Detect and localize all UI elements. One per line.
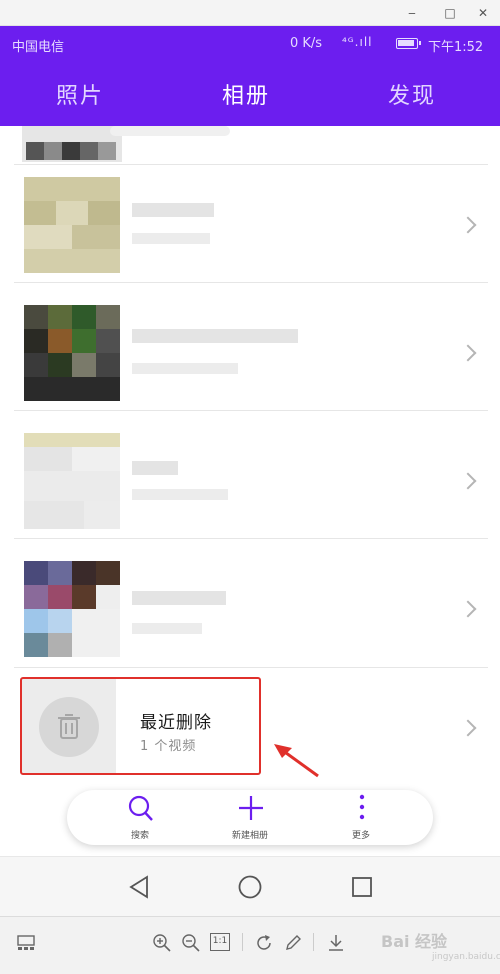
- search-label: 搜索: [130, 831, 149, 841]
- annotation-arrow-icon: [274, 744, 319, 778]
- highlight-box: [20, 677, 261, 775]
- search-button[interactable]: 搜索: [90, 790, 190, 845]
- bottom-action-bar: 搜索 新建相册 更多: [67, 790, 433, 845]
- album-thumbnail: [24, 561, 120, 657]
- more-label: 更多: [351, 831, 370, 841]
- zoom-out-icon[interactable]: [181, 933, 201, 953]
- blurred-text: [132, 623, 202, 634]
- home-icon[interactable]: [237, 874, 263, 900]
- nav-bar: [0, 856, 500, 916]
- album-row[interactable]: [0, 539, 500, 667]
- tab-photos[interactable]: 照片: [56, 78, 104, 110]
- close-button[interactable]: ✕: [468, 3, 498, 23]
- tab-discover[interactable]: 发现: [388, 78, 436, 110]
- blurred-text: [132, 461, 178, 475]
- more-button[interactable]: 更多: [311, 790, 411, 845]
- blurred-text: [132, 329, 298, 343]
- download-icon[interactable]: [326, 933, 346, 953]
- watermark-url: jingyan.baidu.com: [432, 952, 500, 962]
- zoom-in-icon[interactable]: [152, 933, 172, 953]
- new-album-label: 新建相册: [231, 831, 268, 841]
- plus-icon: [239, 796, 263, 820]
- blurred-text: [132, 489, 228, 500]
- album-thumbnail: [24, 305, 120, 401]
- battery-icon: [396, 38, 421, 49]
- signal-icon: ⁴ᴳ.ıll: [342, 35, 373, 49]
- more-vertical-icon: [359, 794, 365, 820]
- blurred-text: [132, 203, 214, 217]
- watermark: Bai 经验: [381, 932, 448, 951]
- blurred-text: [110, 126, 230, 136]
- tab-albums[interactable]: 相册: [222, 78, 270, 110]
- status-time: 下午1:52: [428, 40, 484, 55]
- recents-icon[interactable]: [350, 875, 374, 899]
- maximize-button[interactable]: □: [435, 3, 465, 23]
- rotate-icon[interactable]: [254, 933, 274, 953]
- back-icon[interactable]: [127, 875, 151, 899]
- status-bar: 中国电信 0 K/s ⁴ᴳ.ıll 下午1:52: [0, 26, 500, 62]
- actual-size-button[interactable]: 1:1: [210, 933, 230, 951]
- chevron-right-icon: [459, 600, 477, 618]
- chevron-right-icon: [459, 216, 477, 234]
- window-titlebar: ‒ □ ✕: [0, 0, 500, 26]
- net-speed: 0 K/s: [290, 36, 323, 51]
- album-row[interactable]: [0, 283, 500, 411]
- blurred-text: [132, 591, 226, 605]
- thumbnail-view-icon[interactable]: [16, 933, 36, 953]
- blurred-text: [132, 233, 210, 244]
- new-album-button[interactable]: 新建相册: [200, 790, 300, 845]
- carrier-label: 中国电信: [12, 40, 65, 55]
- chevron-right-icon: [459, 344, 477, 362]
- edit-pencil-icon[interactable]: [283, 933, 303, 953]
- divider: [313, 933, 314, 951]
- album-row[interactable]: [0, 411, 500, 539]
- top-tabs: 照片 相册 发现: [0, 62, 500, 126]
- album-row[interactable]: [0, 165, 500, 293]
- album-thumbnail[interactable]: [22, 126, 122, 162]
- divider: [242, 933, 243, 951]
- album-thumbnail: [24, 177, 120, 273]
- album-thumbnail: [24, 433, 120, 529]
- minimize-button[interactable]: ‒: [397, 3, 427, 23]
- search-icon: [128, 795, 153, 821]
- blurred-text: [132, 363, 238, 374]
- chevron-right-icon: [459, 472, 477, 490]
